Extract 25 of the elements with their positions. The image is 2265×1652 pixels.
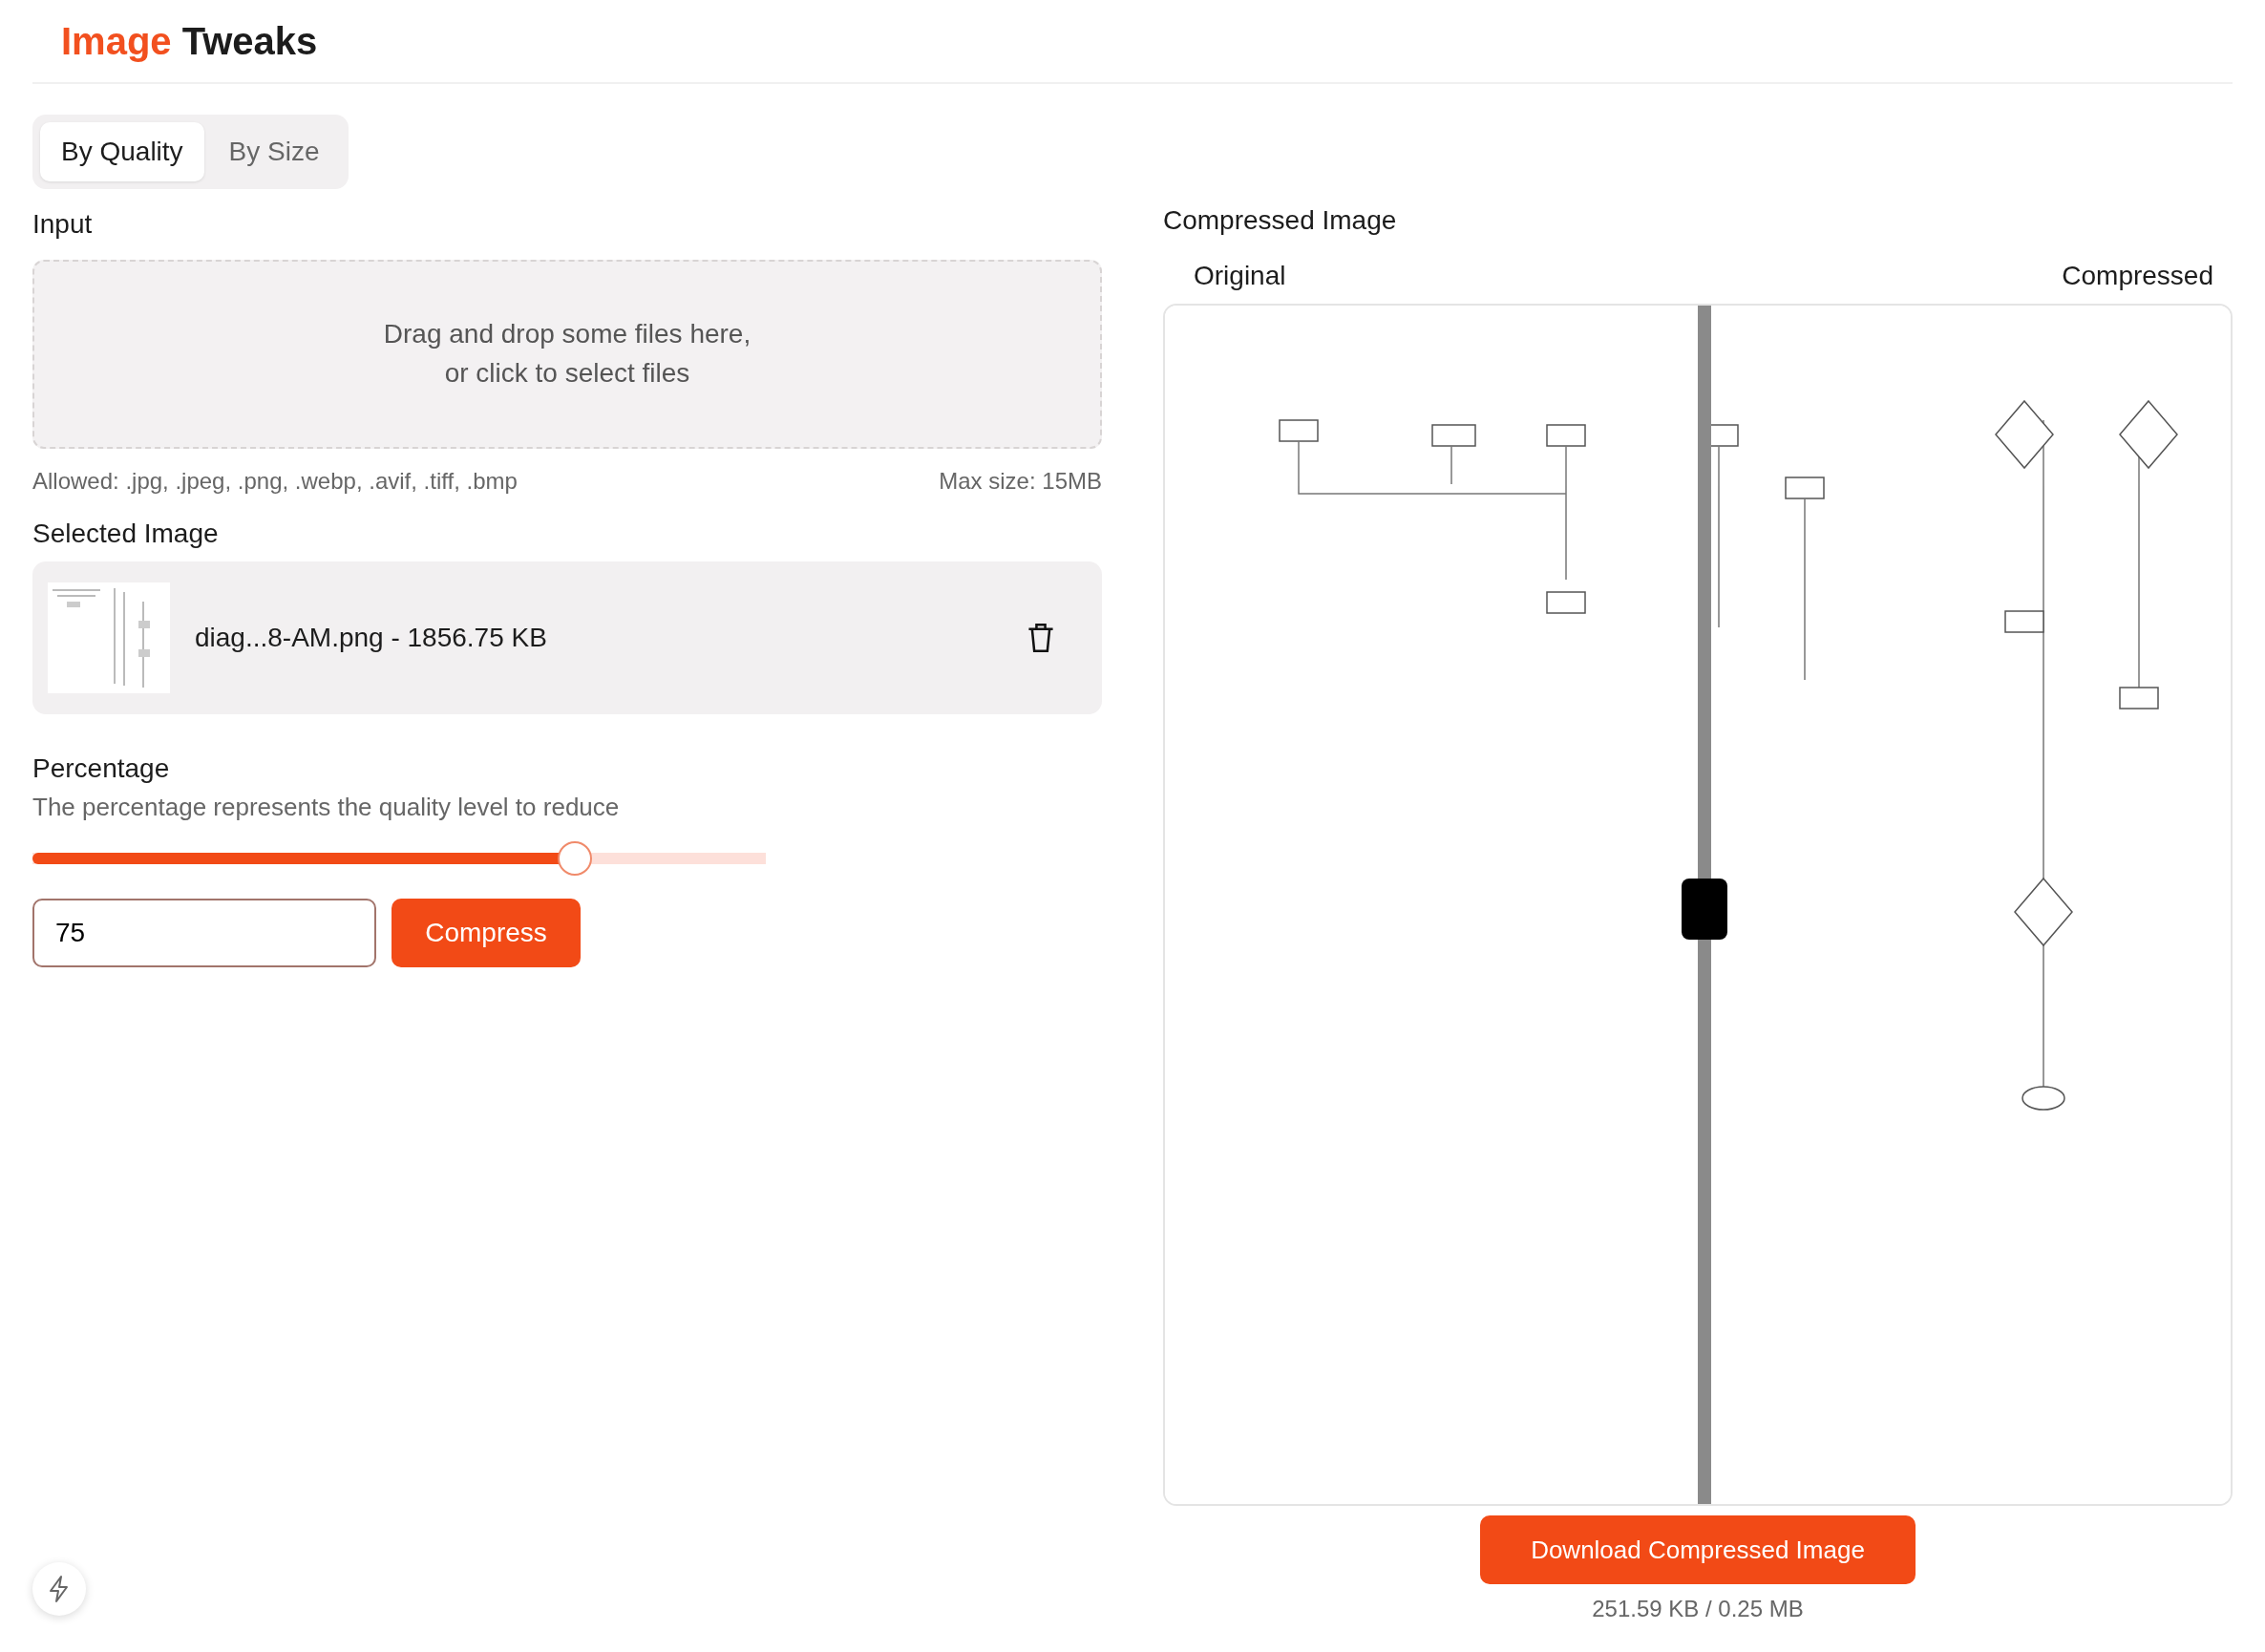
dropzone-text: Drag and drop some files here, (383, 318, 751, 351)
trash-icon[interactable] (1027, 623, 1054, 653)
original-label: Original (1194, 260, 1286, 292)
max-size: Max size: 15MB (939, 467, 1102, 496)
compress-button[interactable]: Compress (392, 899, 581, 967)
dropzone[interactable]: Drag and drop some files here, or click to select files (32, 260, 1102, 449)
lightning-icon (48, 1575, 71, 1603)
mode-tab[interactable]: By Size (207, 122, 341, 181)
section-heading: Percentage (32, 752, 171, 785)
section-heading: Compressed Image (1163, 204, 1398, 237)
section-heading: Selected Image (32, 518, 220, 550)
compressed-label: Compressed (2062, 260, 2213, 292)
allowed-types: Allowed: .jpg, .jpeg, .png, .webp, .avif, .tiff, .bmp (32, 467, 518, 496)
file-name: diag...8-AM.png - 1856.75 KB (195, 622, 547, 654)
slider-thumb[interactable] (558, 841, 593, 876)
flash-button[interactable] (32, 1562, 86, 1616)
size-summary: 251.59 KB / 0.25 MB (1591, 1595, 1805, 1623)
compare-handle[interactable] (1681, 879, 1727, 940)
description: The percentage represents the quality level to reduce (32, 792, 621, 823)
percentage-input[interactable]: 75 (32, 899, 376, 967)
download-button[interactable]: Download Compressed Image (1480, 1515, 1916, 1584)
app-title: Image Tweaks (61, 19, 318, 64)
dropzone-text: or click to select files (444, 357, 690, 390)
mode-tab[interactable]: By Quality (40, 122, 204, 181)
section-heading: Input (32, 208, 94, 241)
